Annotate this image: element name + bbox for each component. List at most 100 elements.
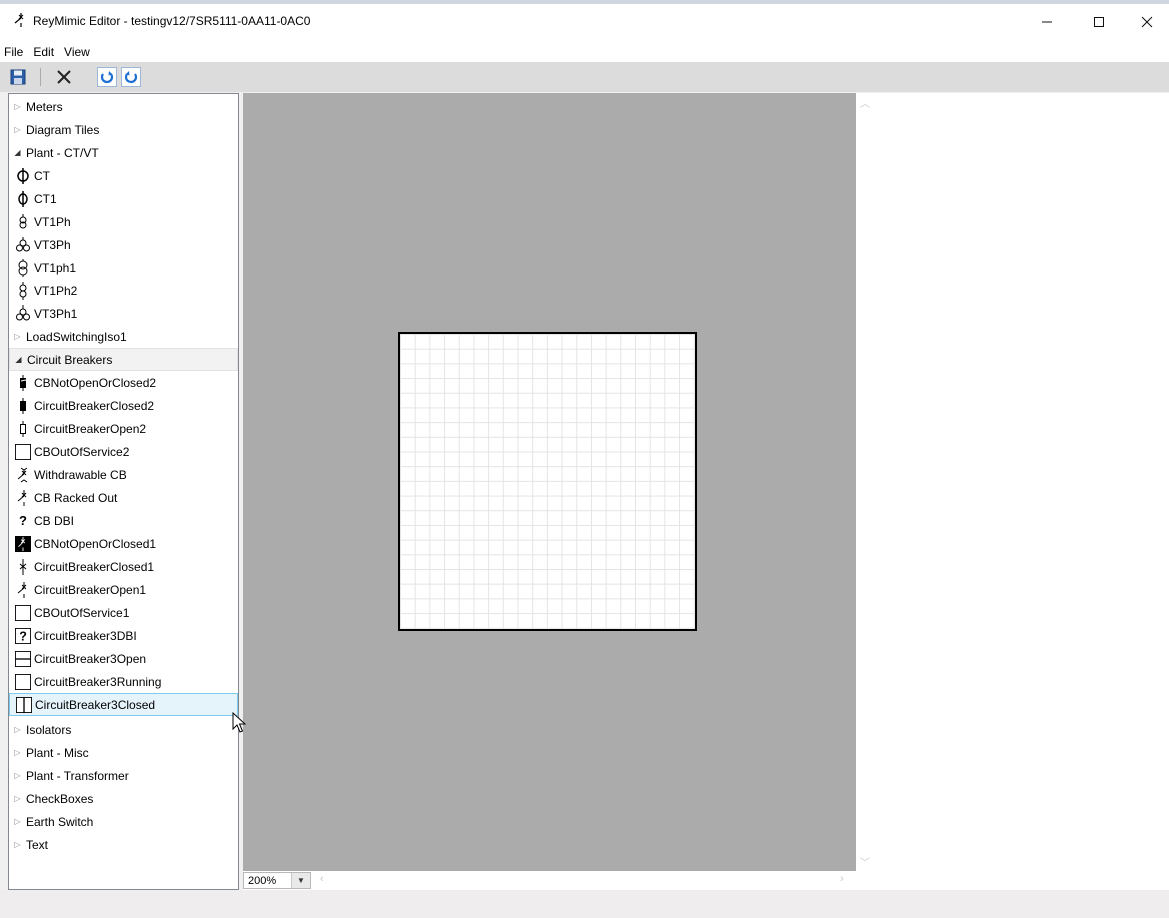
expand-arrow-icon[interactable]: ▷ [13, 840, 22, 849]
tree-item-label: CircuitBreakerClosed2 [34, 398, 155, 413]
scroll-right-icon[interactable]: › [840, 873, 844, 885]
boxed-question-icon: ? [15, 627, 31, 645]
tree-group-label: Earth Switch [26, 814, 94, 829]
delete-button[interactable] [54, 67, 74, 87]
expand-arrow-icon[interactable]: ▷ [13, 125, 22, 134]
tree-item-circuitbreakeropen1[interactable]: CircuitBreakerOpen1 [9, 578, 238, 601]
expand-arrow-icon[interactable]: ▷ [13, 332, 22, 341]
menu-bar: File Edit View [0, 42, 1169, 62]
cb-not-open-or-closed-icon [15, 374, 31, 392]
tree-item-cboutofservice2[interactable]: CBOutOfService2 [9, 440, 238, 463]
tree-group-label: Plant - CT/VT [26, 145, 99, 160]
menu-edit[interactable]: Edit [28, 42, 59, 62]
tree-group-earth-switch[interactable]: ▷ Earth Switch [9, 810, 238, 833]
expand-arrow-icon[interactable]: ▷ [13, 102, 22, 111]
minimize-button[interactable] [1024, 8, 1070, 36]
component-tree[interactable]: ▷ Meters ▷ Diagram Tiles ◢ Plant - CT/VT… [8, 93, 239, 890]
tree-group-plant-ct-vt[interactable]: ◢ Plant - CT/VT [9, 141, 238, 164]
tree-group-plant-misc[interactable]: ▷ Plant - Misc [9, 741, 238, 764]
tree-group-diagram-tiles[interactable]: ▷ Diagram Tiles [9, 118, 238, 141]
collapse-arrow-icon[interactable]: ◢ [13, 148, 22, 157]
tree-item-circuitbreakeropen2[interactable]: CircuitBreakerOpen2 [9, 417, 238, 440]
tree-item-vt1ph1[interactable]: VT1ph1 [9, 256, 238, 279]
tree-group-circuit-breakers[interactable]: ◢ Circuit Breakers [9, 348, 238, 371]
mimic-grid-page[interactable] [398, 332, 697, 631]
tree-group-isolators[interactable]: ▷ Isolators [9, 718, 238, 741]
zoom-select[interactable]: 200% ▼ [243, 872, 311, 889]
vt-three-phase-icon [15, 304, 31, 323]
expand-arrow-icon[interactable]: ▷ [13, 748, 22, 757]
status-bar [0, 890, 1169, 918]
tree-item-label: CT1 [34, 191, 57, 206]
properties-panel [875, 93, 1169, 890]
chevron-down-icon[interactable]: ▼ [291, 873, 310, 888]
tree-group-label: LoadSwitchingIso1 [26, 329, 127, 344]
tree-item-vt1ph2[interactable]: VT1Ph2 [9, 279, 238, 302]
tree-item-circuitbreaker3running[interactable]: CircuitBreaker3Running [9, 670, 238, 693]
expand-arrow-icon[interactable]: ▷ [13, 817, 22, 826]
scroll-up-icon[interactable]: ︿ [860, 95, 870, 110]
scroll-down-icon[interactable]: ﹀ [860, 854, 870, 869]
vertical-scrollbar[interactable]: ︿ ﹀ [856, 93, 875, 871]
tree-item-circuitbreaker3open[interactable]: CircuitBreaker3Open [9, 647, 238, 670]
tree-group-meters[interactable]: ▷ Meters [9, 95, 238, 118]
expand-arrow-icon[interactable]: ▷ [13, 771, 22, 780]
maximize-icon [1094, 17, 1104, 27]
cb-racked-out-icon [15, 489, 31, 507]
tree-item-label: CircuitBreaker3Running [34, 674, 162, 689]
tree-item-circuitbreakerclosed2[interactable]: CircuitBreakerClosed2 [9, 394, 238, 417]
toolbar-separator [40, 68, 41, 86]
tree-group-plant-transformer[interactable]: ▷ Plant - Transformer [9, 764, 238, 787]
tree-item-label: CB Racked Out [34, 490, 118, 505]
tree-group-checkboxes[interactable]: ▷ CheckBoxes [9, 787, 238, 810]
tree-item-label: Withdrawable CB [34, 467, 127, 482]
expand-arrow-icon[interactable]: ▷ [13, 725, 22, 734]
collapse-arrow-icon[interactable]: ◢ [14, 355, 23, 364]
expand-arrow-icon[interactable]: ▷ [13, 794, 22, 803]
vt-single-phase-icon [15, 281, 31, 300]
canvas-bottom-bar: 200% ▼ ‹ › [243, 871, 875, 890]
tree-item-cb-racked-out[interactable]: CB Racked Out [9, 486, 238, 509]
tree-item-label: VT3Ph1 [34, 306, 78, 321]
empty-box-icon [15, 604, 31, 622]
scroll-left-icon[interactable]: ‹ [320, 873, 324, 885]
tree-item-label: CBOutOfService2 [34, 444, 130, 459]
tree-group-label: CheckBoxes [26, 791, 94, 806]
tree-item-ct[interactable]: CT [9, 164, 238, 187]
tree-item-cboutofservice1[interactable]: CBOutOfService1 [9, 601, 238, 624]
menu-view[interactable]: View [59, 42, 95, 62]
tree-item-cb-dbi[interactable]: ? CB DBI [9, 509, 238, 532]
tree-group-loadswitchingiso1[interactable]: ▷ LoadSwitchingIso1 [9, 325, 238, 348]
tree-item-circuitbreakerclosed1[interactable]: CircuitBreakerClosed1 [9, 555, 238, 578]
save-button[interactable] [8, 67, 28, 87]
empty-box-icon [15, 443, 31, 461]
tree-item-ct1[interactable]: CT1 [9, 187, 238, 210]
vt-single-phase-icon [15, 258, 31, 277]
empty-box-icon [15, 673, 31, 691]
tree-item-circuitbreaker3closed[interactable]: CircuitBreaker3Closed [9, 693, 238, 716]
tree-group-text[interactable]: ▷ Text [9, 833, 238, 856]
tree-item-vt3ph[interactable]: VT3Ph [9, 233, 238, 256]
vt-single-phase-icon [15, 213, 31, 231]
withdrawable-cb-icon [15, 466, 31, 484]
close-button[interactable] [1124, 8, 1169, 36]
tree-item-label: VT3Ph [34, 237, 71, 252]
boxed-horizontal-bar-icon [15, 650, 31, 668]
tree-item-label: VT1ph1 [34, 260, 77, 275]
tree-item-label: CBNotOpenOrClosed1 [34, 536, 157, 551]
tree-item-cbnotopenorclosed2[interactable]: CBNotOpenOrClosed2 [9, 371, 238, 394]
tree-item-vt1ph[interactable]: VT1Ph [9, 210, 238, 233]
tree-item-label: VT1Ph [34, 214, 71, 229]
title-bar: ReyMimic Editor - testingv12/7SR5111-0AA… [0, 0, 1169, 42]
redo-button[interactable] [121, 67, 141, 87]
svg-text:?: ? [19, 629, 27, 643]
vt-three-phase-icon [15, 236, 31, 254]
tree-item-cbnotopenorclosed1[interactable]: CBNotOpenOrClosed1 [9, 532, 238, 555]
maximize-button[interactable] [1076, 8, 1122, 36]
undo-button[interactable] [97, 67, 117, 87]
menu-file[interactable]: File [0, 42, 28, 62]
tree-group-label: Circuit Breakers [27, 352, 113, 367]
tree-item-vt3ph1[interactable]: VT3Ph1 [9, 302, 238, 325]
tree-item-circuitbreaker3dbi[interactable]: ? CircuitBreaker3DBI [9, 624, 238, 647]
tree-item-withdrawable-cb[interactable]: Withdrawable CB [9, 463, 238, 486]
